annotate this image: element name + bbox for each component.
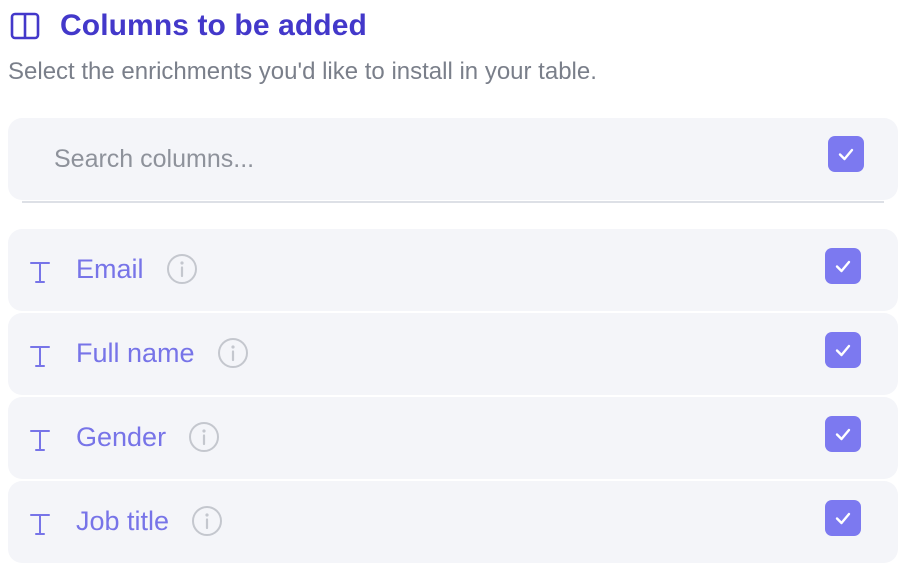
column-checkbox[interactable] bbox=[825, 332, 861, 368]
text-type-icon bbox=[28, 509, 52, 539]
check-icon bbox=[835, 344, 851, 357]
search-divider bbox=[22, 201, 884, 203]
column-checkbox[interactable] bbox=[825, 416, 861, 452]
column-row-email[interactable]: Email bbox=[8, 229, 898, 311]
columns-icon bbox=[10, 11, 40, 41]
column-row-job-title[interactable]: Job title bbox=[8, 481, 898, 563]
info-icon[interactable] bbox=[217, 337, 249, 369]
check-icon bbox=[838, 148, 854, 161]
text-type-icon bbox=[28, 341, 52, 371]
check-icon bbox=[835, 260, 851, 273]
info-icon[interactable] bbox=[166, 253, 198, 285]
text-type-icon bbox=[28, 425, 52, 455]
check-icon bbox=[835, 428, 851, 441]
panel-title: Columns to be added bbox=[60, 9, 367, 42]
column-label: Job title bbox=[76, 503, 223, 539]
panel-header: Columns to be added bbox=[10, 6, 367, 46]
text-type-icon bbox=[28, 257, 52, 287]
column-checkbox[interactable] bbox=[825, 500, 861, 536]
column-label-text: Full name bbox=[76, 337, 195, 368]
info-icon[interactable] bbox=[191, 505, 223, 537]
search-input[interactable] bbox=[54, 140, 754, 178]
column-label: Full name bbox=[76, 335, 249, 371]
column-label-text: Gender bbox=[76, 421, 167, 452]
panel-subtitle: Select the enrichments you'd like to ins… bbox=[8, 58, 597, 85]
search-box bbox=[8, 118, 898, 200]
column-checkbox[interactable] bbox=[825, 248, 861, 284]
column-row-gender[interactable]: Gender bbox=[8, 397, 898, 479]
column-row-full-name[interactable]: Full name bbox=[8, 313, 898, 395]
column-label: Gender bbox=[76, 419, 220, 455]
column-label-text: Email bbox=[76, 253, 144, 284]
select-all-checkbox[interactable] bbox=[828, 136, 864, 172]
check-icon bbox=[835, 512, 851, 525]
column-label-text: Job title bbox=[76, 505, 170, 536]
column-label: Email bbox=[76, 251, 198, 287]
info-icon[interactable] bbox=[188, 421, 220, 453]
